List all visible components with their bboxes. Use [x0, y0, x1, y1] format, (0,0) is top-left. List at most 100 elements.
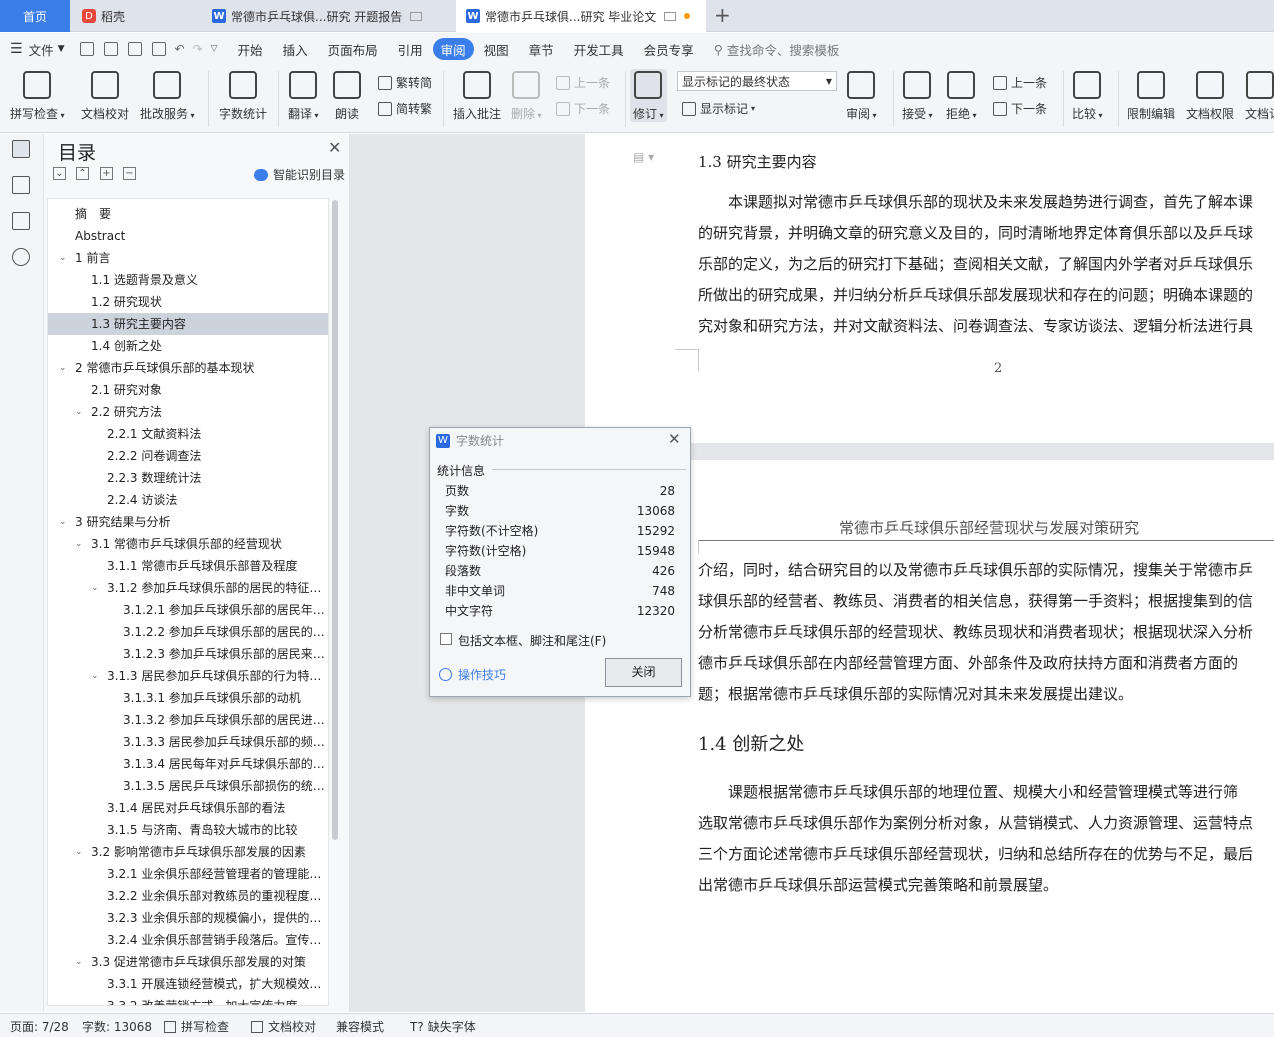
toc-icon[interactable]: [12, 140, 30, 158]
customize-chevron-icon[interactable]: ▽: [211, 44, 218, 54]
toc-item[interactable]: Abstract: [48, 225, 328, 247]
save-icon[interactable]: [79, 42, 94, 56]
toc-item[interactable]: 3.1.2.1 参加乒乓球俱乐部的居民年…: [48, 599, 328, 621]
toc-item[interactable]: ⌄ 3.3 促进常德市乒乓球俱乐部发展的对策: [48, 951, 328, 973]
toc-item[interactable]: 3.1.3.3 居民参加乒乓球俱乐部的频…: [48, 731, 328, 753]
collapse-all-icon[interactable]: ⌄: [53, 167, 66, 180]
toc-item[interactable]: 2.1 研究对象: [48, 379, 328, 401]
menu-review[interactable]: 审阅: [432, 38, 474, 60]
include-textbox-checkbox[interactable]: [440, 633, 452, 645]
close-icon[interactable]: ✕: [328, 138, 341, 157]
toc-item[interactable]: 3.1.1 常德市乒乓球俱乐部普及程度: [48, 555, 328, 577]
page-options-icon[interactable]: ▤ ▾: [633, 150, 654, 164]
toc-item[interactable]: 3.1.3.5 居民乒乓球俱乐部损伤的统…: [48, 775, 328, 797]
prev-comment-button[interactable]: 上一条: [556, 74, 610, 91]
review-pane-button[interactable]: 审阅 ▾: [846, 69, 877, 122]
toc-item[interactable]: 3.1.3.1 参加乒乓球俱乐部的动机: [48, 687, 328, 709]
prev-change-button[interactable]: 上一条: [993, 74, 1047, 91]
menu-insert[interactable]: 插入: [273, 38, 318, 60]
smart-toc-button[interactable]: 智能识别目录: [254, 166, 345, 183]
next-comment-button[interactable]: 下一条: [556, 100, 610, 117]
toc-item[interactable]: 2.2.1 文献资料法: [48, 423, 328, 445]
insert-comment-button[interactable]: 插入批注: [453, 69, 501, 122]
redo-icon[interactable]: ↷: [193, 42, 203, 56]
chevron-down-icon[interactable]: ⌄: [59, 357, 71, 379]
file-menu[interactable]: ☰ 文件 ▼: [0, 38, 75, 60]
toc-item[interactable]: ⌄ 3.1.2 参加乒乓球俱乐部的居民的特征…: [48, 577, 328, 599]
find-icon[interactable]: [12, 248, 30, 266]
print-preview-icon[interactable]: [151, 42, 166, 56]
chevron-down-icon[interactable]: ⌄: [75, 841, 87, 863]
menu-member[interactable]: 会员专享: [634, 38, 704, 60]
toc-item[interactable]: 3.2.3 业余俱乐部的规模偏小，提供的…: [48, 907, 328, 929]
remove-level-icon[interactable]: −: [123, 167, 136, 180]
tab-home[interactable]: 首页: [0, 0, 70, 32]
tab-daoke[interactable]: D 稻壳: [72, 0, 200, 32]
tab-doc-proposal[interactable]: W 常德市乒乓球俱...研究 开题报告: [202, 0, 454, 32]
toc-item[interactable]: 3.1.2.3 参加乒乓球俱乐部的居民来…: [48, 643, 328, 665]
export-icon[interactable]: [103, 42, 118, 56]
chevron-down-icon[interactable]: ⌄: [59, 511, 71, 533]
restrict-edit-button[interactable]: 限制编辑: [1127, 69, 1175, 122]
close-icon[interactable]: ✕: [668, 430, 681, 448]
toc-item[interactable]: 3.2.2 业余俱乐部对教练员的重视程度…: [48, 885, 328, 907]
toc-item[interactable]: ⌄ 3.1.3 居民参加乒乓球俱乐部的行为特…: [48, 665, 328, 687]
tips-link[interactable]: 操作技巧: [439, 666, 506, 683]
menu-references[interactable]: 引用: [388, 38, 433, 60]
translate-button[interactable]: 翻译 ▾: [288, 69, 319, 122]
delete-comment-button[interactable]: 删除 ▾: [511, 69, 542, 122]
compare-button[interactable]: 比较 ▾: [1072, 69, 1103, 122]
toc-item[interactable]: ⌄ 2.2 研究方法: [48, 401, 328, 423]
toc-item[interactable]: 2.2.4 访谈法: [48, 489, 328, 511]
toc-item[interactable]: 3.1.3.4 居民每年对乒乓球俱乐部的…: [48, 753, 328, 775]
toc-item[interactable]: 1.3 研究主要内容: [48, 313, 328, 335]
page-indicator[interactable]: 页面: 7/28: [10, 1018, 69, 1035]
doc-rights-button[interactable]: 文档权限: [1186, 69, 1234, 122]
toc-item[interactable]: ⌄ 3.2 影响常德市乒乓球俱乐部发展的因素: [48, 841, 328, 863]
toc-item[interactable]: 3.2.4 业余俱乐部营销手段落后。宣传…: [48, 929, 328, 951]
toc-item[interactable]: 3.3.2 改善营销方式，加大宣传力度…: [48, 995, 328, 1005]
menu-devtools[interactable]: 开发工具: [564, 38, 634, 60]
next-change-button[interactable]: 下一条: [993, 100, 1047, 117]
menu-view[interactable]: 视图: [474, 38, 519, 60]
toc-item[interactable]: ⌄ 2 常德市乒乓球俱乐部的基本现状: [48, 357, 328, 379]
trad-to-simp-button[interactable]: 繁转简: [378, 74, 432, 91]
toc-item[interactable]: 3.1.3.2 参加乒乓球俱乐部的居民进…: [48, 709, 328, 731]
toc-item[interactable]: 3.1.4 居民对乒乓球俱乐部的看法: [48, 797, 328, 819]
chapter-nav-icon[interactable]: [12, 176, 30, 194]
word-count-button[interactable]: 字数统计: [219, 69, 267, 122]
toc-item[interactable]: 1.1 选题背景及意义: [48, 269, 328, 291]
accept-button[interactable]: 接受 ▾: [902, 69, 933, 122]
status-spellcheck[interactable]: 拼写检查: [164, 1018, 229, 1035]
toc-item[interactable]: ⌄ 3 研究结果与分析: [48, 511, 328, 533]
bookmark-icon[interactable]: [12, 212, 30, 230]
menu-start[interactable]: 开始: [228, 38, 273, 60]
toc-item[interactable]: ⌄ 3.1 常德市乒乓球俱乐部的经营现状: [48, 533, 328, 555]
doc-auth-button[interactable]: 文档认: [1245, 69, 1274, 122]
print-icon[interactable]: [127, 42, 142, 56]
menu-layout[interactable]: 页面布局: [318, 38, 388, 60]
toc-item[interactable]: 3.1.5 与济南、青岛较大城市的比较: [48, 819, 328, 841]
markup-state-select[interactable]: 显示标记的最终状态 ▼: [677, 71, 837, 91]
close-button[interactable]: 关闭: [605, 658, 682, 687]
track-changes-button[interactable]: 修订 ▾: [630, 69, 667, 122]
toc-scrollbar[interactable]: [332, 200, 338, 840]
expand-up-icon[interactable]: ⌃: [76, 167, 89, 180]
chevron-down-icon[interactable]: ⌄: [75, 951, 87, 973]
doc-proofread-button[interactable]: 文档校对: [81, 69, 129, 122]
show-marks-button[interactable]: 显示标记 ▾: [682, 100, 755, 117]
toc-item[interactable]: 3.3.1 开展连锁经营模式，扩大规模效…: [48, 973, 328, 995]
chevron-down-icon[interactable]: ⌄: [91, 577, 103, 599]
word-count-indicator[interactable]: 字数: 13068: [82, 1018, 152, 1035]
new-tab-button[interactable]: +: [714, 4, 731, 26]
toc-item[interactable]: 1.2 研究现状: [48, 291, 328, 313]
simp-to-trad-button[interactable]: 简转繁: [378, 100, 432, 117]
read-aloud-button[interactable]: 朗读: [333, 69, 361, 122]
batch-service-button[interactable]: 批改服务 ▾: [140, 69, 195, 122]
undo-icon[interactable]: ↶: [175, 42, 185, 56]
chevron-down-icon[interactable]: ⌄: [75, 533, 87, 555]
spellcheck-button[interactable]: 拼写检查 ▾: [10, 69, 65, 122]
missing-font[interactable]: T? 缺失字体: [410, 1018, 476, 1035]
menu-chapter[interactable]: 章节: [519, 38, 564, 60]
toc-item[interactable]: 摘 要: [48, 203, 328, 225]
